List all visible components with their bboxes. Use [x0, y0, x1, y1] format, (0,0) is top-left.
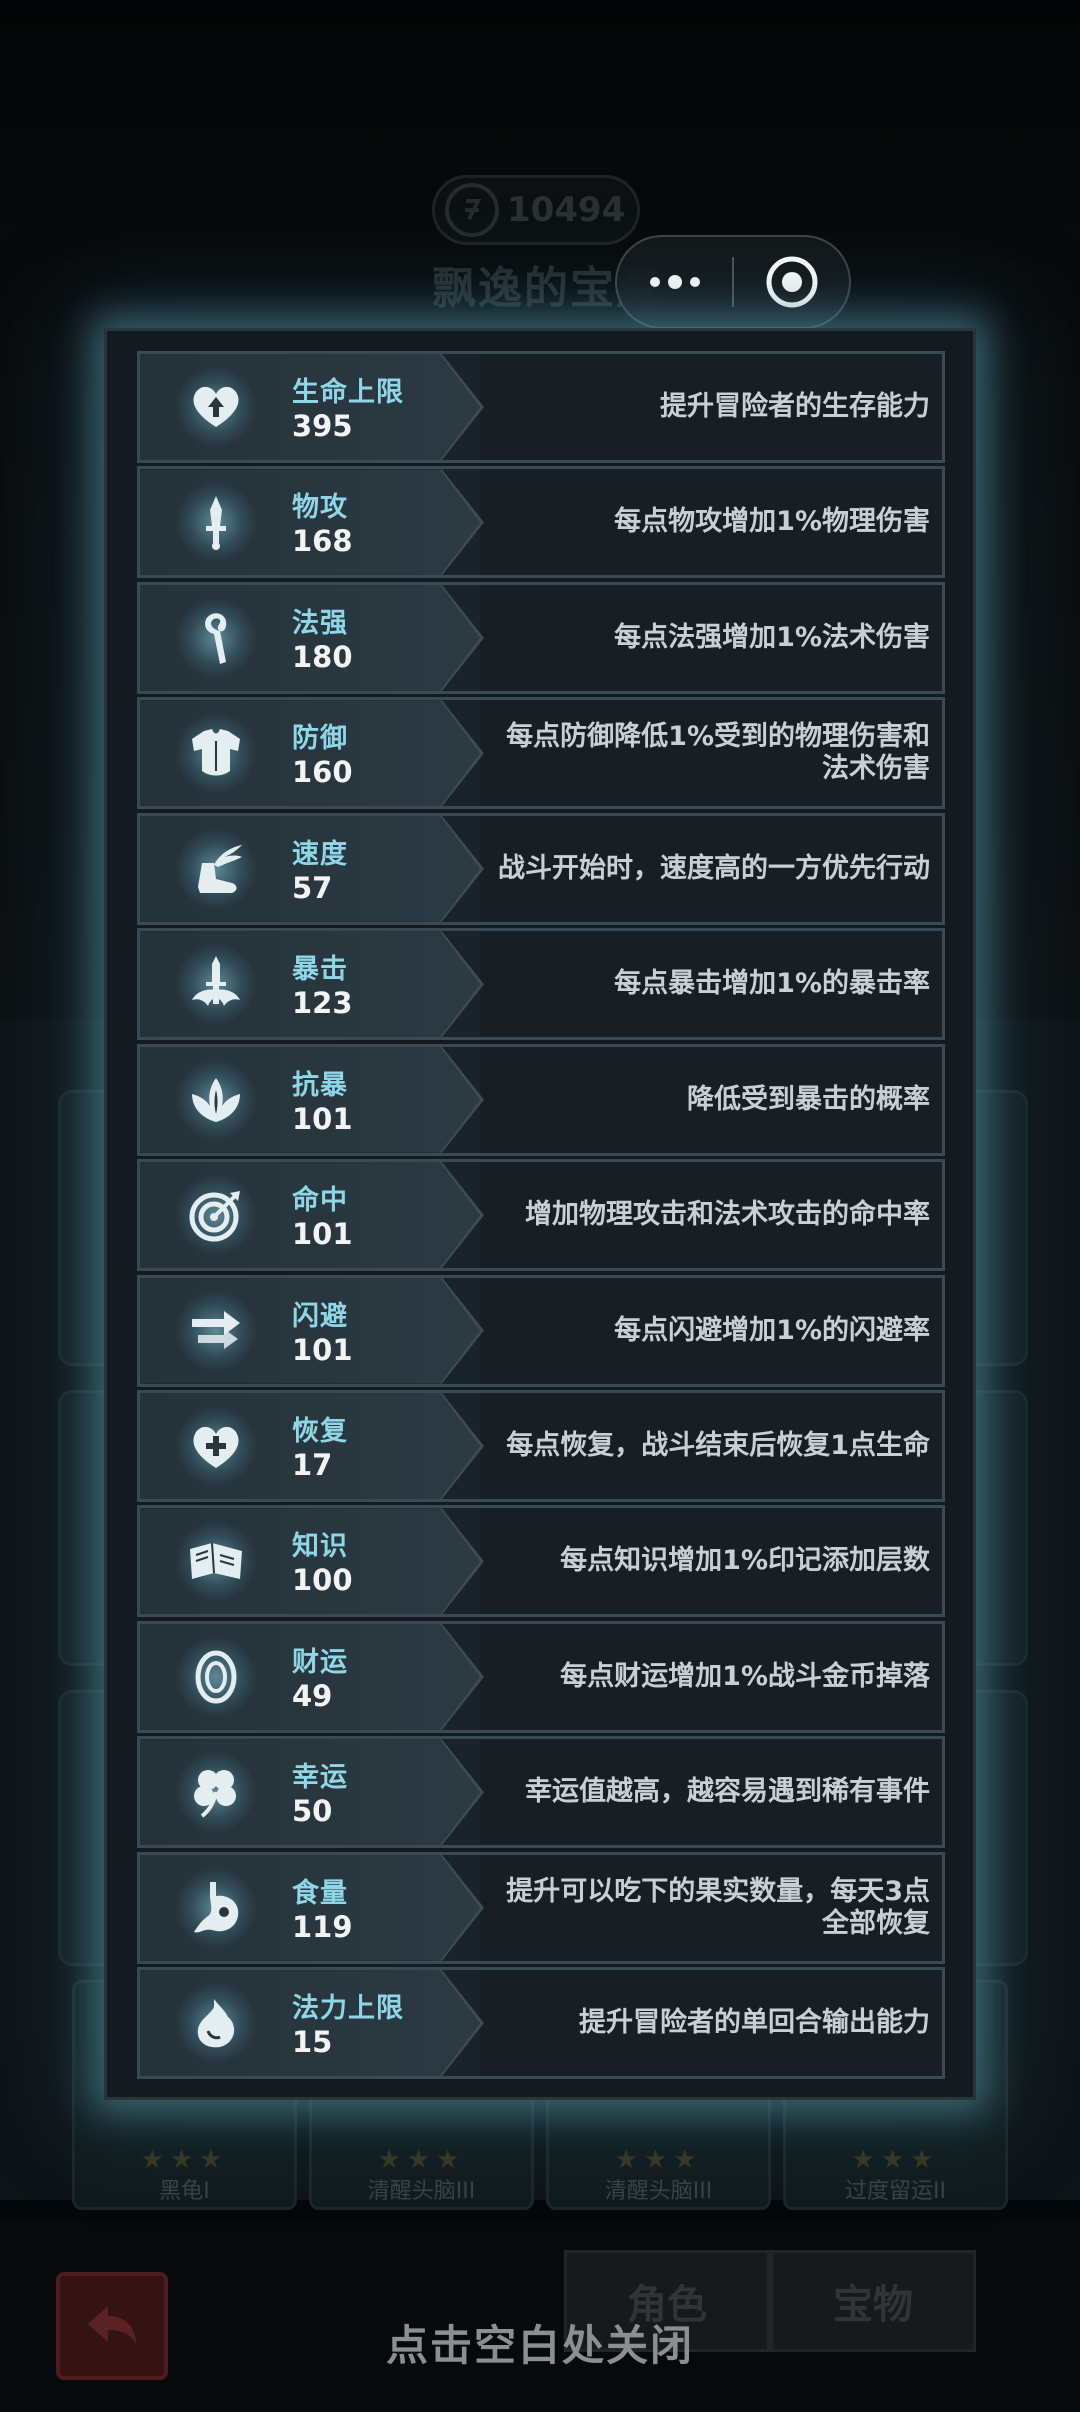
stat-name: 速度 — [292, 838, 348, 870]
stat-value: 160 — [292, 755, 353, 790]
stat-list: 生命上限 395 提升冒险者的生存能力物攻 168 每点物攻增加1%物理伤害法强 180 每… — [137, 351, 945, 2083]
stat-description: 每点恢复，战斗结束后恢复1点生命 — [506, 1429, 930, 1461]
stat-row: 幸运 50 幸运值越高，越容易遇到稀有事件 — [137, 1736, 945, 1849]
stat-description: 提升冒险者的生存能力 — [660, 391, 930, 422]
stat-name: 生命上限 — [292, 377, 404, 408]
stat-name: 财运 — [292, 1646, 348, 1678]
stat-description: 每点法强增加1%法术伤害 — [614, 621, 930, 653]
stat-description: 每点暴击增加1%的暴击率 — [614, 968, 930, 1000]
sword-icon — [176, 482, 256, 563]
crit-dagger-icon — [176, 944, 256, 1025]
staff-icon — [176, 597, 256, 678]
stat-name: 暴击 — [292, 954, 348, 986]
stat-value: 57 — [292, 870, 333, 905]
mana-drop-icon — [176, 1983, 256, 2064]
heart-arrow-icon — [176, 367, 256, 447]
stat-row: 抗暴 101 降低受到暴击的概率 — [137, 1043, 945, 1156]
stat-value: 123 — [292, 986, 353, 1021]
heart-plus-icon — [176, 1405, 256, 1486]
stat-value: 49 — [292, 1678, 333, 1713]
stat-name: 食量 — [292, 1877, 348, 1909]
coin-icon — [176, 1636, 256, 1717]
crit-resist-icon — [176, 1059, 256, 1140]
stat-name: 法强 — [292, 607, 348, 639]
stat-row: 法力上限 15 提升冒险者的单回合输出能力 — [137, 1967, 945, 2080]
stat-value: 17 — [292, 1447, 333, 1482]
stat-row: 命中 101 增加物理攻击和法术攻击的命中率 — [137, 1159, 945, 1272]
background-card-name: 清醒头脑III — [367, 2179, 476, 2204]
stat-row: 恢复 17 每点恢复，战斗结束后恢复1点生命 — [137, 1389, 945, 1502]
star-rating: ★★★ — [614, 2145, 703, 2175]
stat-row: 暴击 123 每点暴击增加1%的暴击率 — [137, 928, 945, 1041]
stat-name: 法力上限 — [292, 1993, 404, 2025]
stat-description: 幸运值越高，越容易遇到稀有事件 — [525, 1776, 930, 1808]
background-card-name: 过度留运II — [845, 2179, 946, 2204]
stat-name: 恢复 — [292, 1415, 348, 1447]
more-button[interactable] — [617, 275, 732, 289]
stat-value: 101 — [292, 1332, 353, 1367]
stat-row: 物攻 168 每点物攻增加1%物理伤害 — [137, 466, 945, 579]
stat-name: 命中 — [292, 1185, 348, 1217]
stat-value: 395 — [292, 409, 353, 443]
stat-row: 财运 49 每点财运增加1%战斗金币掉落 — [137, 1620, 945, 1733]
capsule-menu — [615, 235, 851, 329]
stat-row: 法强 180 每点法强增加1%法术伤害 — [137, 581, 945, 694]
book-icon — [176, 1521, 256, 1602]
stat-row: 生命上限 395 提升冒险者的生存能力 — [137, 351, 945, 463]
stat-row: 闪避 101 每点闪避增加1%的闪避率 — [137, 1274, 945, 1387]
more-dots-icon — [649, 275, 700, 289]
stat-row: 知识 100 每点知识增加1%印记添加层数 — [137, 1505, 945, 1618]
stat-description: 每点财运增加1%战斗金币掉落 — [560, 1660, 930, 1692]
stat-name: 闪避 — [292, 1300, 348, 1332]
dodge-arrows-icon — [176, 1290, 256, 1371]
stat-description: 提升可以吃下的果实数量，每天3点全部恢复 — [506, 1875, 930, 1939]
stat-name: 防御 — [292, 723, 348, 755]
stat-description: 每点防御降低1%受到的物理伤害和法术伤害 — [506, 721, 930, 785]
stat-value: 168 — [292, 524, 353, 559]
stat-description: 每点闪避增加1%的闪避率 — [614, 1314, 930, 1346]
stat-name: 物攻 — [292, 492, 348, 524]
coin-icon — [445, 183, 499, 237]
stat-description: 每点物攻增加1%物理伤害 — [614, 506, 930, 538]
stat-description: 提升冒险者的单回合输出能力 — [579, 2007, 930, 2039]
stat-row: 速度 57 战斗开始时，速度高的一方优先行动 — [137, 812, 945, 925]
target-close-icon — [766, 256, 817, 308]
background-card-name: 黑龟I — [159, 2179, 210, 2204]
stat-value: 100 — [292, 1563, 353, 1598]
star-rating: ★★★ — [377, 2145, 466, 2175]
stat-row: 防御 160 每点防御降低1%受到的物理伤害和法术伤害 — [137, 697, 945, 810]
close-hint[interactable]: 点击空白处关闭 — [0, 2312, 1080, 2373]
stat-description: 增加物理攻击和法术攻击的命中率 — [525, 1199, 930, 1231]
star-rating: ★★★ — [851, 2145, 940, 2175]
stat-description: 战斗开始时，速度高的一方优先行动 — [498, 852, 930, 884]
winged-boot-icon — [176, 828, 256, 909]
stat-name: 知识 — [292, 1531, 348, 1563]
stomach-icon — [176, 1867, 256, 1948]
close-miniprogram-button[interactable] — [734, 254, 849, 310]
star-rating: ★★★ — [140, 2145, 229, 2175]
coin-value: 10494 — [507, 190, 626, 230]
stat-value: 180 — [292, 639, 353, 674]
clover-icon — [176, 1752, 256, 1833]
attribute-panel: 生命上限 395 提升冒险者的生存能力物攻 168 每点物攻增加1%物理伤害法强 180 每… — [104, 328, 976, 2100]
stat-name: 抗暴 — [292, 1069, 348, 1101]
stat-row: 食量 119 提升可以吃下的果实数量，每天3点全部恢复 — [137, 1851, 945, 1964]
stat-description: 降低受到暴击的概率 — [687, 1083, 930, 1115]
stat-description: 每点知识增加1%印记添加层数 — [560, 1545, 930, 1577]
armor-icon — [176, 713, 256, 794]
stat-name: 幸运 — [292, 1762, 348, 1794]
background-card-name: 清醒头脑III — [604, 2179, 713, 2204]
target-icon — [176, 1175, 256, 1256]
stat-value: 119 — [292, 1909, 353, 1944]
stat-value: 50 — [292, 1794, 333, 1829]
coin-counter: 10494 — [432, 175, 640, 245]
stat-value: 101 — [292, 1101, 353, 1136]
stat-value: 101 — [292, 1217, 353, 1252]
stat-value: 15 — [292, 2025, 333, 2060]
